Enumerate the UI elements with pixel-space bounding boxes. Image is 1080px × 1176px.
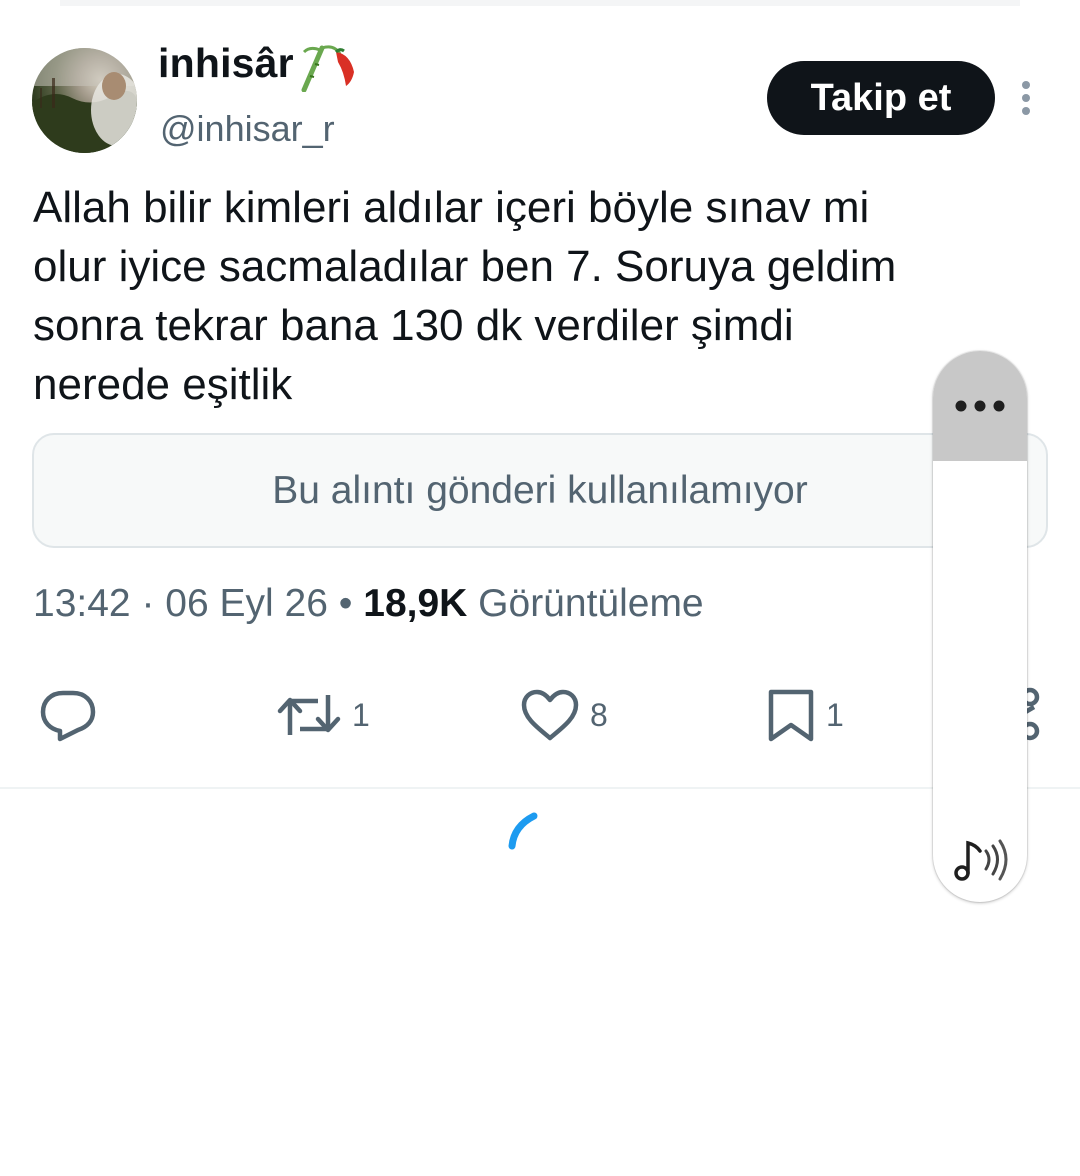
like-count: 8: [590, 696, 608, 733]
bookmark-button[interactable]: 1: [766, 685, 844, 745]
bamboo-pepper-emoji-icon: [300, 42, 362, 93]
tweet-time[interactable]: 13:42: [33, 582, 131, 625]
bookmark-count: 1: [826, 696, 844, 733]
retweet-button[interactable]: 1: [276, 685, 370, 745]
floating-media-panel[interactable]: [933, 351, 1027, 902]
top-edge: [60, 0, 1020, 6]
avatar[interactable]: [32, 48, 137, 153]
display-name[interactable]: inhisâr: [158, 40, 294, 87]
reply-icon: [40, 690, 96, 742]
bookmark-icon: [768, 689, 814, 742]
like-button[interactable]: 8: [520, 685, 608, 745]
follow-button[interactable]: Takip et: [767, 61, 995, 135]
quote-unavailable-text: Bu alıntı gönderi kullanılamıyor: [272, 468, 808, 512]
reply-button[interactable]: [38, 685, 108, 745]
tweet-date[interactable]: 06 Eyl 26: [165, 582, 328, 625]
retweet-icon: [277, 695, 341, 735]
views-label[interactable]: Görüntüleme: [478, 582, 703, 625]
user-handle[interactable]: @inhisar_r: [160, 108, 335, 150]
more-vertical-icon[interactable]: [1010, 76, 1042, 120]
meta-bullet: •: [338, 582, 353, 625]
tweet-meta: 13:42 · 06 Eyl 26 • 18,9K Görüntüleme: [33, 582, 704, 626]
loading-spinner-icon: [502, 808, 546, 852]
divider: [0, 787, 1080, 789]
tweet-text: Allah bilir kimleri aldılar içeri böyle …: [33, 183, 897, 409]
audio-icon[interactable]: [950, 829, 1010, 889]
retweet-count: 1: [352, 696, 370, 733]
like-icon: [521, 689, 579, 741]
ellipsis-icon[interactable]: [933, 351, 1027, 461]
meta-separator: ·: [141, 582, 155, 625]
views-count[interactable]: 18,9K: [363, 582, 467, 625]
quote-unavailable-card: Bu alıntı gönderi kullanılamıyor: [32, 433, 1048, 548]
